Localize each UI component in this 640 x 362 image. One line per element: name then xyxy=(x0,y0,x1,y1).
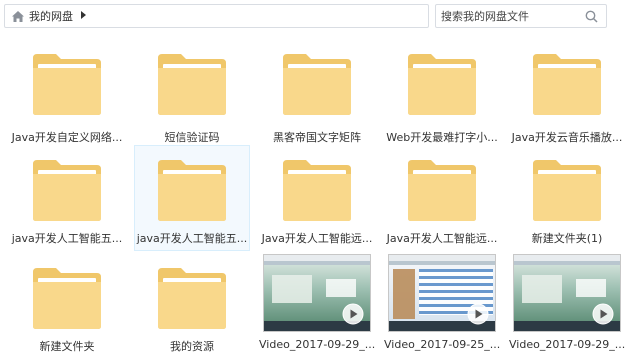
folder-icon xyxy=(157,158,227,225)
folder-icon xyxy=(282,158,352,225)
folder-item-selected[interactable]: java开发人工智能五... xyxy=(134,145,250,251)
play-icon[interactable] xyxy=(592,303,614,325)
file-name: 黑客帝国文字矩阵 xyxy=(273,131,361,144)
file-name: Video_2017-09-29_... xyxy=(509,338,625,351)
search-icon[interactable] xyxy=(585,10,598,23)
video-item[interactable]: Video_2017-09-25_... xyxy=(384,254,500,360)
file-name: Java开发自定义网络... xyxy=(11,131,123,144)
file-name: Java开发人工智能远... xyxy=(386,232,498,245)
folder-icon xyxy=(532,158,602,225)
file-name: java开发人工智能五... xyxy=(11,232,123,245)
folder-icon xyxy=(407,158,477,225)
folder-icon xyxy=(407,52,477,119)
search-input[interactable] xyxy=(441,6,581,26)
toolbar: 我的网盘 xyxy=(0,0,640,32)
video-thumbnail xyxy=(263,254,371,332)
breadcrumb[interactable]: 我的网盘 xyxy=(4,4,429,28)
folder-item[interactable]: 新建文件夹 xyxy=(9,254,125,360)
search-box xyxy=(435,4,607,28)
file-name: Video_2017-09-29_... xyxy=(259,338,375,351)
folder-item[interactable]: Java开发人工智能远... xyxy=(384,145,500,251)
video-item[interactable]: Video_2017-09-29_... xyxy=(259,254,375,360)
file-name: java开发人工智能五... xyxy=(136,232,248,245)
folder-icon xyxy=(282,52,352,119)
folder-item[interactable]: Java开发人工智能远... xyxy=(259,145,375,251)
home-icon[interactable] xyxy=(11,9,25,23)
video-thumbnail xyxy=(513,254,621,332)
file-name: Java开发云音乐播放... xyxy=(511,131,623,144)
folder-item[interactable]: Web开发最难打字小... xyxy=(384,39,500,145)
folder-icon xyxy=(157,266,227,333)
file-name: 新建文件夹(1) xyxy=(531,232,603,245)
folder-item[interactable]: Java开发云音乐播放... xyxy=(509,39,625,145)
folder-item[interactable]: 黑客帝国文字矩阵 xyxy=(259,39,375,145)
breadcrumb-root[interactable]: 我的网盘 xyxy=(29,8,73,24)
breadcrumb-arrow-icon[interactable] xyxy=(81,11,86,21)
folder-item[interactable]: java开发人工智能五... xyxy=(9,145,125,251)
folder-item[interactable]: 我的资源 xyxy=(134,254,250,360)
file-name: Video_2017-09-25_... xyxy=(384,338,500,351)
folder-icon xyxy=(32,52,102,119)
video-item[interactable]: Video_2017-09-29_... xyxy=(509,254,625,360)
folder-icon xyxy=(32,266,102,333)
file-grid: Java开发自定义网络... 短信验证码 黑客帝国文字矩阵 Web开发最难打字小… xyxy=(0,32,625,362)
file-name: 新建文件夹 xyxy=(39,340,95,353)
folder-icon xyxy=(157,52,227,119)
video-thumbnail xyxy=(388,254,496,332)
file-name: 短信验证码 xyxy=(164,131,220,144)
play-icon[interactable] xyxy=(467,303,489,325)
file-name: Java开发人工智能远... xyxy=(261,232,373,245)
folder-item[interactable]: 新建文件夹(1) xyxy=(509,145,625,251)
file-name: 我的资源 xyxy=(170,340,214,353)
folder-item[interactable]: 短信验证码 xyxy=(134,39,250,145)
file-name: Web开发最难打字小... xyxy=(386,131,498,144)
folder-icon xyxy=(532,52,602,119)
folder-icon xyxy=(32,158,102,225)
play-icon[interactable] xyxy=(342,303,364,325)
folder-item[interactable]: Java开发自定义网络... xyxy=(9,39,125,145)
